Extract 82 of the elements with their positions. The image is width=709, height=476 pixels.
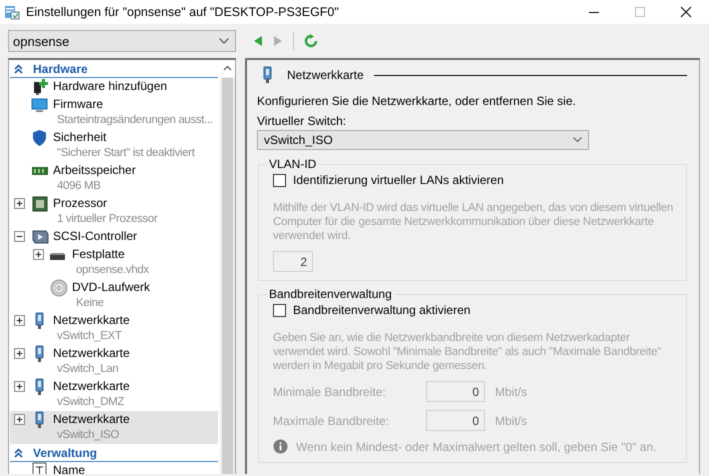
item-label: DVD-Laufwerk: [72, 279, 150, 295]
refresh-button[interactable]: [304, 34, 318, 48]
item-label: Netzwerkkarte: [53, 312, 130, 328]
help-text: Mithilfe der VLAN-ID wird das virtuelle LAN angegeben, das von diesem virtuellen Computer für die gesamte Netzwerkkommunikation über diese Netzwerkkarte verwendet wird.: [273, 201, 674, 243]
hardware-add-icon: [31, 78, 49, 96]
item-detail: vSwitch_DMZ: [56, 395, 126, 410]
field-label: Virtueller Switch:: [257, 114, 348, 128]
item-detail: vSwitch_ISO: [56, 428, 120, 443]
tree-item[interactable]: SCSI-Controller: [10, 228, 218, 246]
tree-item[interactable]: Hardware hinzufügen: [10, 78, 218, 96]
note-text: Wenn kein Mindest- oder Maximalwert gelten soll, geben Sie "0" an.: [296, 440, 656, 454]
item-detail: "Sicherer Start" ist deaktiviert: [56, 146, 195, 161]
collapse-button[interactable]: [14, 231, 25, 242]
item-label: Prozessor: [53, 195, 108, 211]
tree-item[interactable]: Netzwerkkarte vSwitch_EXT: [10, 312, 218, 345]
help-text: Geben Sie an, wie die Netzwerkbandbreite von diesem Netzwerkadapter verwendet wird. Sowohl "Minimale Bandbreite" als auch "Maximale Bandbreite" werden in Megabit pro Sekunde gemessen.: [273, 331, 662, 373]
item-detail: Starteintragsänderungen ausst...: [56, 113, 213, 128]
window-title: Einstellungen für "opnsense" auf "DESKTOP-PS3EGF0": [26, 5, 340, 19]
group-title: Bandbreitenverwaltung: [268, 287, 393, 301]
item-label: Hardware hinzufügen: [53, 78, 168, 94]
unit-label: Mbit/s: [495, 384, 528, 398]
section-title: Verwaltung: [33, 446, 98, 460]
item-detail: opnsense.vhdx: [75, 263, 149, 278]
group-title: VLAN-ID: [268, 157, 318, 171]
controller-card-icon: [31, 228, 49, 246]
item-label: Arbeitsspeicher: [53, 162, 136, 178]
tree-item[interactable]: Arbeitsspeicher 4096 MB: [10, 162, 218, 195]
section-title: Netzwerkkarte: [287, 68, 364, 82]
disc-icon: [50, 279, 68, 297]
section-header[interactable]: Hardware: [10, 60, 218, 78]
item-detail: vSwitch_Lan: [56, 362, 120, 377]
item-label: SCSI-Controller: [53, 228, 138, 244]
item-detail: Keine: [75, 296, 105, 311]
switch-dropdown[interactable]: vSwitch_ISO: [257, 130, 589, 150]
hard-drive-icon: [50, 253, 65, 260]
shield-icon: [31, 129, 49, 147]
expand-button[interactable]: [14, 315, 25, 326]
checkbox[interactable]: [273, 174, 286, 186]
vm-dropdown[interactable]: opnsense: [8, 30, 236, 52]
checkbox-label: Identifizierung virtueller LANs aktivieren: [293, 173, 504, 187]
expand-button[interactable]: [14, 348, 25, 359]
monitor-icon: [31, 96, 49, 114]
expand-button[interactable]: [33, 249, 44, 260]
caret-icon: [573, 137, 582, 143]
tree-item[interactable]: Sicherheit "Sicherer Start" ist deaktiviert: [10, 129, 218, 162]
tree-item[interactable]: Prozessor 1 virtueller Prozessor: [10, 195, 218, 228]
expand-button[interactable]: [14, 381, 25, 392]
processor-chip-icon: [31, 195, 49, 213]
field-label: Minimale Bandbreite:: [273, 384, 387, 398]
back-button[interactable]: [253, 35, 263, 47]
item-label: Netzwerkkarte: [53, 411, 130, 427]
expand-button[interactable]: [14, 198, 25, 209]
tree-item[interactable]: Netzwerkkarte vSwitch_ISO: [10, 411, 218, 444]
info-icon: [273, 439, 288, 454]
item-detail: 1 virtueller Prozessor: [56, 212, 158, 227]
item-label: Firmware: [53, 96, 104, 112]
scrollbar[interactable]: [220, 60, 235, 474]
item-label: Name: [53, 462, 86, 474]
maximize-icon: [634, 6, 646, 18]
checkbox-label: Bandbreitenverwaltung aktivieren: [293, 303, 470, 317]
item-label: Netzwerkkarte: [53, 378, 130, 394]
app-icon: [4, 4, 20, 20]
expand-button[interactable]: [14, 414, 25, 425]
item-label: Festplatte: [72, 246, 126, 262]
close-icon: [680, 6, 692, 18]
tree-item[interactable]: Netzwerkkarte vSwitch_DMZ: [10, 378, 218, 411]
tree-item[interactable]: Festplatte opnsense.vhdx: [10, 246, 218, 279]
tree-item[interactable]: Name: [10, 462, 218, 474]
field-label: Maximale Bandbreite:: [273, 414, 390, 428]
item-detail: vSwitch_EXT: [56, 329, 123, 344]
item-label: Netzwerkkarte: [53, 345, 130, 361]
item-label: Sicherheit: [53, 129, 108, 145]
checkbox[interactable]: [273, 304, 286, 316]
tree-item[interactable]: Netzwerkkarte vSwitch_Lan: [10, 345, 218, 378]
section-title: Hardware: [33, 62, 88, 76]
tree-item[interactable]: DVD-Laufwerk Keine: [10, 279, 218, 312]
tree-item[interactable]: Firmware Starteintragsänderungen ausst...: [10, 96, 218, 129]
section-header[interactable]: Verwaltung: [10, 444, 218, 462]
description: Konfigurieren Sie die Netzwerkkarte, oder entfernen Sie sie.: [257, 94, 577, 108]
unit-label: Mbit/s: [495, 414, 528, 428]
caret-icon: [219, 38, 229, 44]
item-detail: 4096 MB: [56, 179, 102, 194]
